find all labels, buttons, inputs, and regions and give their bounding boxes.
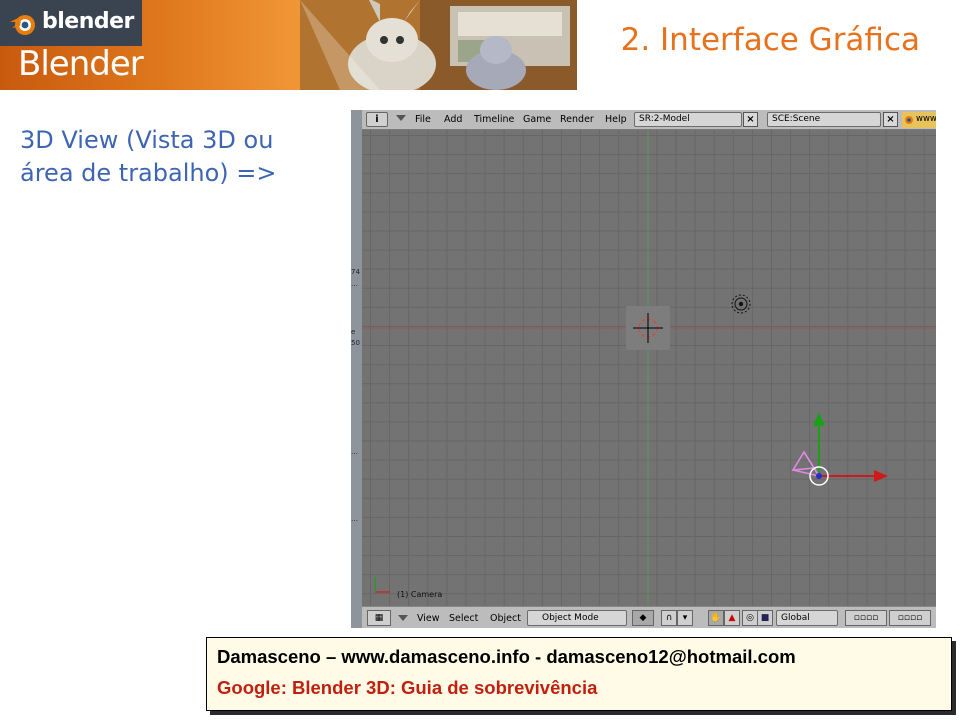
draw-type-button[interactable]: ◆ xyxy=(632,610,654,626)
blender-banner: blender Blender xyxy=(0,0,577,90)
3d-viewport[interactable]: (1) Camera xyxy=(362,130,936,606)
layer-buttons-group-1[interactable]: ▫▫▫▫ xyxy=(845,610,887,626)
viewport-overlay xyxy=(362,130,936,606)
menu-view[interactable]: View xyxy=(417,613,440,624)
screen-delete-button[interactable]: × xyxy=(743,112,758,127)
strip-mark: … xyxy=(351,448,358,456)
scale-icon[interactable]: ■ xyxy=(757,610,773,626)
menu-game[interactable]: Game xyxy=(523,114,551,125)
manipulator-hand-icon[interactable]: ✋ xyxy=(708,610,724,626)
scene-selector[interactable]: SCE:Scene xyxy=(767,112,881,127)
axis-orientation-icon xyxy=(374,577,390,593)
banner-title: Blender xyxy=(18,44,144,84)
pivot-icon[interactable]: ∩ xyxy=(661,610,677,626)
menu-file[interactable]: File xyxy=(415,114,431,125)
blender-logo-icon xyxy=(10,15,35,35)
slide-title: 2. Interface Gráfica xyxy=(620,22,920,58)
caption-line-2: área de trabalho) => xyxy=(20,159,277,187)
collapse-arrow-icon[interactable] xyxy=(398,615,408,621)
credit-box: Damasceno – www.damasceno.info - damasce… xyxy=(206,637,952,711)
collapse-arrow-icon[interactable] xyxy=(396,115,406,121)
mode-selector-value: Object Mode xyxy=(542,613,599,623)
www-field[interactable]: www xyxy=(902,112,936,128)
menu-select[interactable]: Select xyxy=(449,613,478,624)
scene-delete-button[interactable]: × xyxy=(883,112,898,127)
window-type-button[interactable]: i xyxy=(366,112,388,127)
menu-timeline[interactable]: Timeline xyxy=(474,114,514,125)
menu-object[interactable]: Object xyxy=(490,613,521,624)
scene-selector-value: SCE:Scene xyxy=(772,114,821,124)
layer-buttons-group-2[interactable]: ▫▫▫▫ xyxy=(889,610,931,626)
big-buck-bunny-artwork xyxy=(300,0,577,90)
blender-small-icon xyxy=(905,116,913,124)
menu-add[interactable]: Add xyxy=(444,114,462,125)
www-label: www xyxy=(916,114,936,124)
blender-window: 74 … e 50 … … i File Add Timeline Game R… xyxy=(351,110,936,628)
translate-icon[interactable]: ▲ xyxy=(724,610,740,626)
lamp-object-icon xyxy=(731,294,751,314)
pivot-dropdown-icon[interactable]: ▾ xyxy=(677,610,693,626)
strip-mark: 50 xyxy=(351,339,360,347)
caption-text: 3D View (Vista 3D ou área de trabalho) =… xyxy=(20,124,330,190)
mode-selector[interactable]: Object Mode xyxy=(527,610,627,626)
left-panel-strip: 74 … e 50 … … xyxy=(351,110,362,628)
editor-type-button[interactable]: ▦ xyxy=(367,610,391,626)
strip-mark: 74 xyxy=(351,268,360,276)
strip-mark: … xyxy=(351,280,358,288)
credit-line-1: Damasceno – www.damasceno.info - damasce… xyxy=(217,646,796,667)
3d-view-header: ▦ View Select Object Object Mode ◆ ∩ ▾ ✋… xyxy=(362,606,936,628)
caption-line-1: 3D View (Vista 3D ou xyxy=(20,126,274,154)
menu-help[interactable]: Help xyxy=(605,114,627,125)
strip-mark: e xyxy=(351,328,356,336)
rotate-icon[interactable]: ◎ xyxy=(742,610,758,626)
orientation-selector[interactable]: Global xyxy=(776,610,838,626)
credit-line-2: Google: Blender 3D: Guia de sobrevivênci… xyxy=(217,677,598,698)
viewport-object-label: (1) Camera xyxy=(397,590,443,599)
3d-cursor-icon xyxy=(626,306,670,350)
menu-render[interactable]: Render xyxy=(560,114,594,125)
info-header: i File Add Timeline Game Render Help SR:… xyxy=(362,110,936,130)
camera-object-icon xyxy=(791,412,888,486)
screen-selector-value: SR:2-Model xyxy=(639,114,690,124)
strip-mark: … xyxy=(351,515,358,523)
blender-logo: blender xyxy=(0,0,142,46)
orientation-selector-value: Global xyxy=(781,613,810,623)
blender-logo-text: blender xyxy=(42,9,134,34)
screen-selector[interactable]: SR:2-Model xyxy=(634,112,742,127)
